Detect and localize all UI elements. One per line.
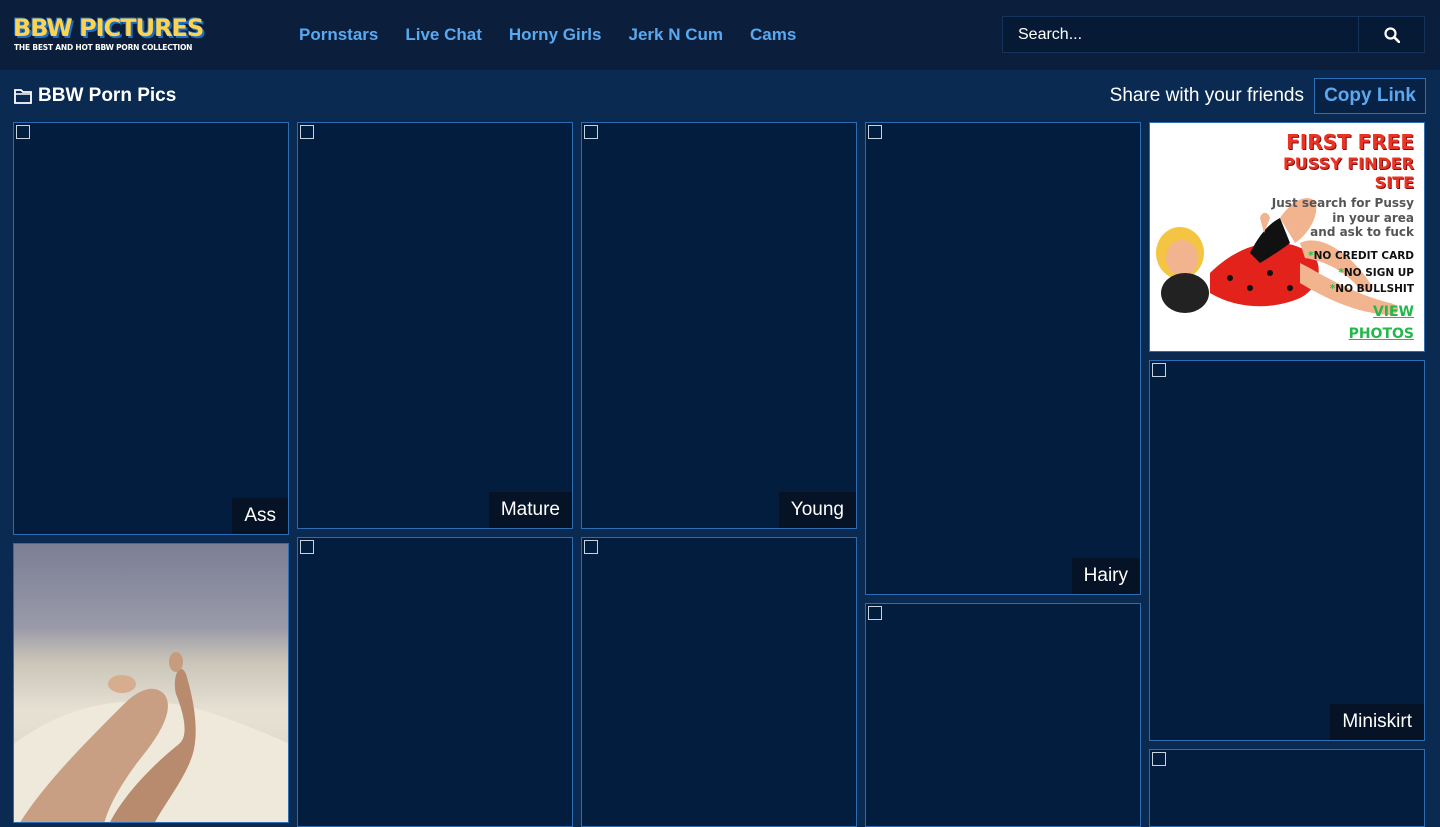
site-header: BBW PICTURES THE BEST AND HOT BBW PORN C…	[0, 0, 1440, 70]
tile-label: Young	[778, 492, 856, 528]
gallery-tile[interactable]	[865, 603, 1141, 827]
gallery-tile[interactable]	[1149, 749, 1425, 827]
gallery-tile[interactable]	[13, 543, 289, 823]
ad-bullet-1: NO CREDIT CARD	[1313, 250, 1414, 262]
logo-tagline: THE BEST AND HOT BBW PORN COLLECTION	[14, 43, 193, 52]
ad-cta-line2: PHOTOS	[1348, 326, 1414, 342]
ad-body: Just search for Pussy in your area and a…	[1272, 196, 1414, 240]
ad-subheadline-line1: PUSSY FINDER	[1282, 154, 1414, 173]
site-logo[interactable]: BBW PICTURES THE BEST AND HOT BBW PORN C…	[13, 15, 204, 55]
nav-link-jerk-n-cum[interactable]: Jerk N Cum	[629, 24, 723, 46]
broken-image-icon	[868, 125, 882, 139]
ad-cta[interactable]: VIEW PHOTOS	[1349, 301, 1414, 345]
search-button[interactable]	[1358, 17, 1424, 52]
ad-subheadline-line2: SITE	[1374, 173, 1414, 192]
ad-cta-line1: VIEW	[1372, 304, 1414, 320]
search-input[interactable]	[1003, 17, 1358, 52]
copy-link-button[interactable]: Copy Link	[1314, 78, 1426, 114]
ad-bullet-2: NO SIGN UP	[1343, 266, 1414, 279]
gallery-tile[interactable]	[297, 537, 573, 827]
tile-label: Hairy	[1071, 558, 1140, 594]
broken-image-icon	[16, 125, 30, 139]
nav-link-live-chat[interactable]: Live Chat	[405, 24, 482, 46]
folder-icon	[14, 89, 32, 104]
gallery-tile[interactable]: Mature	[297, 122, 573, 529]
main-nav: Pornstars Live Chat Horny Girls Jerk N C…	[299, 24, 823, 46]
gallery-tile[interactable]: Ass	[13, 122, 289, 535]
ad-bullet-3: NO BULLSHIT	[1335, 283, 1414, 295]
share-text: Share with your friends	[1109, 85, 1304, 106]
nav-link-horny-girls[interactable]: Horny Girls	[509, 24, 602, 46]
ad-body-line3: and ask to fuck	[1310, 225, 1414, 239]
ad-body-line2: in your area	[1332, 210, 1414, 225]
tile-label: Mature	[488, 492, 572, 528]
ad-headline: FIRST FREE	[1286, 130, 1414, 154]
broken-image-icon	[1152, 752, 1166, 766]
page-heading: BBW Porn Pics	[14, 84, 176, 108]
search-bar	[1002, 16, 1425, 53]
page-title: BBW Porn Pics	[38, 85, 177, 106]
gallery-tile[interactable]: Miniskirt	[1149, 360, 1425, 741]
ad-bullets: *NO CREDIT CARD *NO SIGN UP *NO BULLSHIT	[1308, 250, 1414, 295]
tile-label: Miniskirt	[1330, 704, 1424, 740]
gallery-tile[interactable]: Young	[581, 122, 857, 529]
tile-photo	[14, 652, 288, 822]
broken-image-icon	[584, 125, 598, 139]
broken-image-icon	[300, 540, 314, 554]
tile-label: Ass	[232, 498, 288, 534]
broken-image-icon	[1152, 363, 1166, 377]
nav-link-cams[interactable]: Cams	[750, 24, 796, 46]
ad-subheadline: PUSSY FINDER SITE	[1283, 154, 1414, 192]
gallery-tile[interactable]: Hairy	[865, 122, 1141, 595]
broken-image-icon	[584, 540, 598, 554]
ad-banner[interactable]: FIRST FREE PUSSY FINDER SITE Just search…	[1149, 122, 1425, 352]
broken-image-icon	[868, 606, 882, 620]
broken-image-icon	[300, 125, 314, 139]
search-icon	[1384, 27, 1400, 43]
nav-link-pornstars[interactable]: Pornstars	[299, 24, 378, 46]
gallery-tile[interactable]	[581, 537, 857, 827]
logo-text: BBW PICTURES	[13, 14, 204, 42]
ad-body-line1: Just search for Pussy	[1271, 196, 1414, 210]
